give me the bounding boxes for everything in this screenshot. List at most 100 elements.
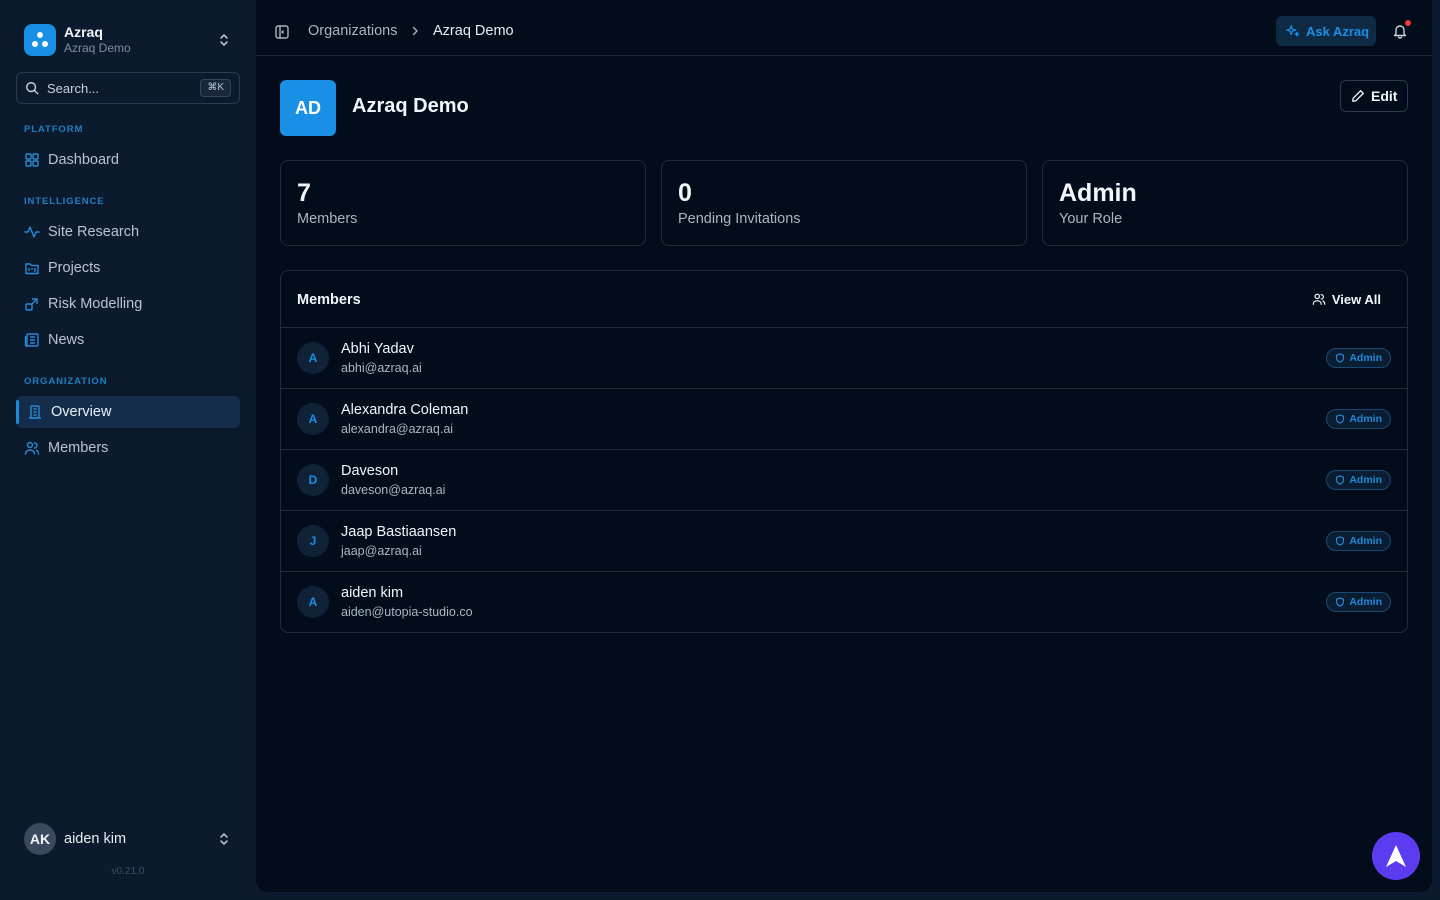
shield-icon bbox=[1336, 475, 1345, 485]
members-card: Members View All A Abhi Yadav abhi@azraq… bbox=[280, 270, 1408, 633]
chevrons-up-down-icon bbox=[220, 34, 228, 46]
role-badge: Admin bbox=[1326, 348, 1391, 368]
app-version: v0.21.0 bbox=[111, 866, 145, 877]
users-icon bbox=[24, 441, 40, 455]
notification-dot bbox=[1405, 20, 1411, 26]
ask-azraq-label: Ask Azraq bbox=[1306, 23, 1370, 39]
sidebar-item-label: Dashboard bbox=[48, 152, 119, 168]
section-label-organization: ORGANIZATION bbox=[24, 376, 108, 387]
table-row[interactable]: A aiden kim aiden@utopia-studio.co Admin bbox=[281, 572, 1407, 632]
users-icon bbox=[1312, 293, 1326, 305]
active-indicator bbox=[16, 400, 19, 424]
role-badge: Admin bbox=[1326, 409, 1391, 429]
stat-value: 7 bbox=[297, 179, 311, 207]
sidebar-item-overview[interactable]: Overview bbox=[16, 396, 240, 428]
breadcrumb-current: Azraq Demo bbox=[433, 23, 514, 39]
sidebar-item-risk-modelling[interactable]: Risk Modelling bbox=[16, 288, 240, 320]
shield-icon bbox=[1336, 536, 1345, 546]
view-all-button[interactable]: View All bbox=[1302, 285, 1391, 313]
role-label: Admin bbox=[1349, 413, 1382, 425]
role-label: Admin bbox=[1349, 352, 1382, 364]
user-name: aiden kim bbox=[64, 831, 127, 847]
search-input[interactable]: Search... ⌘K bbox=[16, 72, 240, 104]
stat-label: Pending Invitations bbox=[678, 211, 801, 227]
sidebar-item-members[interactable]: Members bbox=[16, 432, 240, 464]
member-name: Jaap Bastiaansen bbox=[341, 524, 457, 540]
building-icon bbox=[29, 405, 41, 419]
role-badge: Admin bbox=[1326, 470, 1391, 490]
avatar: J bbox=[297, 525, 329, 557]
main-content: Organizations Azraq Demo Ask Azraq AD Az… bbox=[256, 0, 1432, 892]
member-email: alexandra@azraq.ai bbox=[341, 422, 454, 436]
search-icon bbox=[26, 82, 39, 95]
avatar: D bbox=[297, 464, 329, 496]
sidebar-item-label: Members bbox=[48, 440, 109, 456]
sidebar-item-site-research[interactable]: Site Research bbox=[16, 216, 240, 248]
org-name: Azraq bbox=[64, 24, 103, 40]
view-all-label: View All bbox=[1331, 291, 1381, 307]
sidebar-item-label: Projects bbox=[48, 260, 101, 276]
stat-value: Admin bbox=[1059, 179, 1137, 207]
top-bar: Organizations Azraq Demo Ask Azraq bbox=[256, 0, 1432, 56]
activity-icon bbox=[24, 226, 40, 238]
sidebar: Azraq Azraq Demo Search... ⌘K PLATFORM D… bbox=[0, 0, 256, 900]
sidebar-item-label: Overview bbox=[51, 404, 112, 420]
ask-azraq-button[interactable]: Ask Azraq bbox=[1276, 16, 1376, 46]
stat-card-members: 7 Members bbox=[280, 160, 646, 246]
breadcrumb-organizations[interactable]: Organizations bbox=[308, 23, 397, 39]
sidebar-item-label: Risk Modelling bbox=[48, 296, 143, 312]
sparkles-icon bbox=[1286, 25, 1300, 37]
assistant-fab-button[interactable] bbox=[1372, 832, 1420, 880]
member-name: aiden kim bbox=[341, 585, 404, 601]
chevron-right-icon bbox=[412, 26, 418, 36]
stat-card-pending-invitations: 0 Pending Invitations bbox=[661, 160, 1027, 246]
user-menu[interactable]: AK aiden kim bbox=[16, 822, 240, 856]
avatar: AK bbox=[24, 823, 56, 855]
table-row[interactable]: A Alexandra Coleman alexandra@azraq.ai A… bbox=[281, 389, 1407, 450]
page-title: Azraq Demo bbox=[352, 95, 469, 117]
avatar: A bbox=[297, 342, 329, 374]
sidebar-item-news[interactable]: News bbox=[16, 324, 240, 356]
org-switcher[interactable]: Azraq Azraq Demo bbox=[16, 16, 240, 64]
member-email: jaap@azraq.ai bbox=[341, 544, 422, 558]
sidebar-item-label: Site Research bbox=[48, 224, 140, 240]
member-name: Alexandra Coleman bbox=[341, 402, 469, 418]
table-row[interactable]: D Daveson daveson@azraq.ai Admin bbox=[281, 450, 1407, 511]
member-name: Abhi Yadav bbox=[341, 341, 414, 357]
role-badge: Admin bbox=[1326, 592, 1391, 612]
org-avatar: AD bbox=[280, 80, 336, 136]
edit-button[interactable]: Edit bbox=[1340, 80, 1408, 112]
shield-icon bbox=[1336, 414, 1345, 424]
section-label-intelligence: INTELLIGENCE bbox=[24, 196, 105, 207]
sidebar-item-projects[interactable]: Projects bbox=[16, 252, 240, 284]
stat-label: Your Role bbox=[1059, 211, 1123, 227]
table-row[interactable]: A Abhi Yadav abhi@azraq.ai Admin bbox=[281, 328, 1407, 389]
member-email: daveson@azraq.ai bbox=[341, 483, 446, 497]
azraq-logo-icon bbox=[24, 24, 56, 56]
sidebar-toggle-icon[interactable] bbox=[274, 24, 290, 40]
avatar: A bbox=[297, 586, 329, 618]
folder-kanban-icon bbox=[25, 263, 39, 275]
members-card-header: Members View All bbox=[281, 271, 1407, 328]
table-row[interactable]: J Jaap Bastiaansen jaap@azraq.ai Admin bbox=[281, 511, 1407, 572]
search-placeholder: Search... bbox=[47, 80, 100, 96]
avatar: A bbox=[297, 403, 329, 435]
chevrons-up-down-icon bbox=[220, 833, 228, 845]
sidebar-item-dashboard[interactable]: Dashboard bbox=[16, 144, 240, 176]
navigation-arrow-icon bbox=[1386, 845, 1406, 867]
section-label-platform: PLATFORM bbox=[24, 124, 84, 135]
members-card-title: Members bbox=[297, 292, 361, 308]
stat-label: Members bbox=[297, 211, 358, 227]
search-shortcut-badge: ⌘K bbox=[200, 79, 231, 97]
role-label: Admin bbox=[1349, 535, 1382, 547]
stat-card-your-role: Admin Your Role bbox=[1042, 160, 1408, 246]
shield-icon bbox=[1336, 353, 1345, 363]
org-subtitle: Azraq Demo bbox=[64, 41, 131, 55]
newspaper-icon bbox=[24, 333, 39, 347]
member-name: Daveson bbox=[341, 463, 399, 479]
risk-model-icon bbox=[25, 298, 38, 311]
sidebar-item-label: News bbox=[48, 332, 85, 348]
role-label: Admin bbox=[1349, 474, 1382, 486]
pencil-icon bbox=[1352, 90, 1364, 102]
dashboard-icon bbox=[25, 153, 39, 167]
